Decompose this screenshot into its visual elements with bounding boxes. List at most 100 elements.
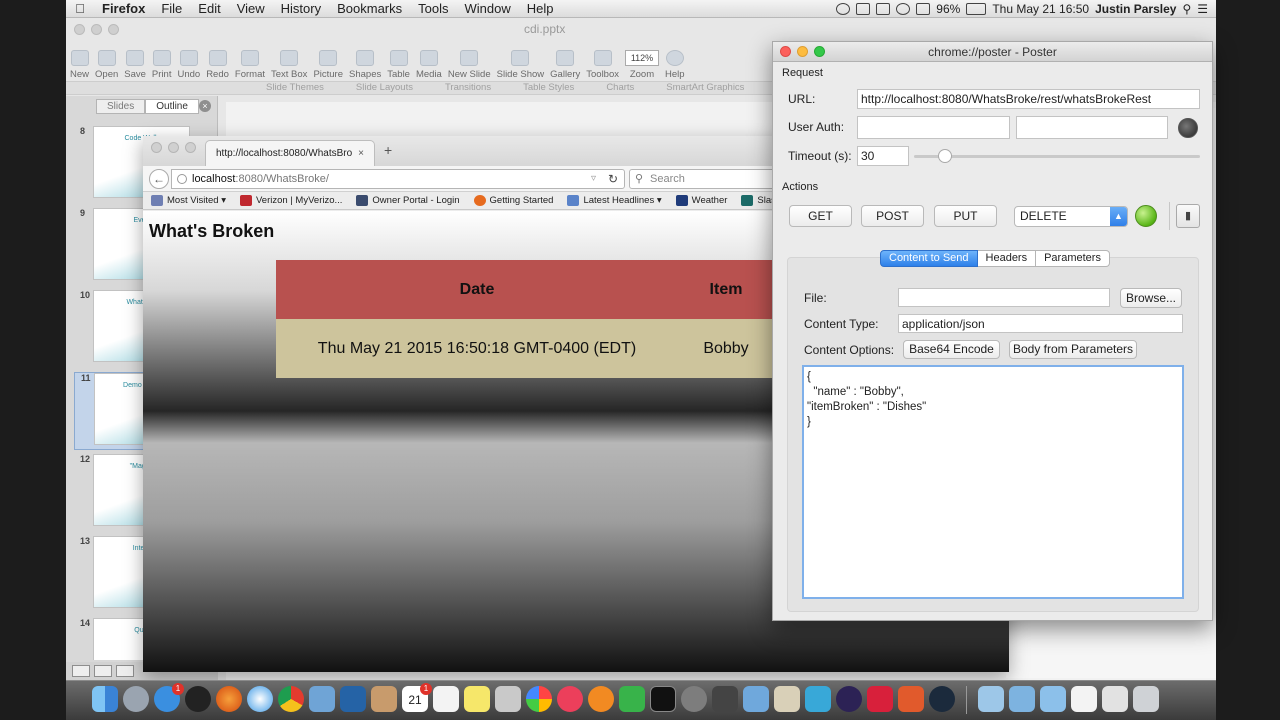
menu-tools[interactable]: Tools bbox=[410, 1, 456, 16]
xcode-icon[interactable] bbox=[805, 686, 831, 712]
password-field[interactable] bbox=[1016, 116, 1168, 139]
notes-icon[interactable] bbox=[371, 686, 397, 712]
clock[interactable]: Thu May 21 16:50 bbox=[992, 2, 1089, 16]
volume-icon[interactable] bbox=[916, 2, 931, 15]
tab-content-to-send[interactable]: Content to Send bbox=[880, 250, 978, 267]
bookmark-most-visited[interactable]: Most Visited ▾ bbox=[151, 195, 226, 206]
zoom-value[interactable]: 112% bbox=[625, 50, 659, 66]
timeout-slider-handle[interactable] bbox=[938, 149, 952, 163]
menu-app-name[interactable]: Firefox bbox=[94, 1, 153, 16]
method-select[interactable]: DELETE ▲ bbox=[1014, 206, 1128, 227]
ribbon-tab-slide-themes[interactable]: Slide Themes bbox=[266, 82, 324, 94]
presenter-view-icon[interactable] bbox=[116, 665, 134, 677]
send-status-icon[interactable] bbox=[1135, 205, 1157, 227]
app-store-icon[interactable]: 1 bbox=[154, 683, 184, 712]
user-name[interactable]: Justin Parsley bbox=[1095, 2, 1176, 16]
back-arrow-icon[interactable]: ← bbox=[149, 169, 169, 189]
slide-sorter-icon[interactable] bbox=[94, 665, 112, 677]
username-field[interactable] bbox=[857, 116, 1010, 139]
battery-percent[interactable]: 96% bbox=[936, 2, 960, 16]
terminal-icon[interactable] bbox=[650, 686, 676, 712]
put-button[interactable]: PUT bbox=[934, 205, 997, 227]
ppt-undo-button[interactable]: Undo bbox=[177, 50, 200, 80]
itunes-icon[interactable] bbox=[557, 686, 583, 712]
ppt-print-button[interactable]: Print bbox=[152, 50, 171, 80]
url-field[interactable]: http://localhost:8080/WhatsBroke/rest/wh… bbox=[857, 89, 1200, 109]
downloads-folder-icon[interactable] bbox=[978, 686, 1004, 712]
ppt-new-button[interactable]: New bbox=[70, 50, 89, 80]
document-stack-icon[interactable] bbox=[1071, 686, 1097, 712]
mail-icon[interactable] bbox=[743, 686, 769, 712]
chrome-icon[interactable] bbox=[278, 686, 304, 712]
ppt-open-button[interactable]: Open bbox=[95, 50, 118, 80]
body-from-parameters-button[interactable]: Body from Parameters bbox=[1009, 340, 1137, 359]
ppt-newslide-button[interactable]: New Slide bbox=[448, 50, 491, 80]
address-bar[interactable]: localhost:8080/WhatsBroke/ ▿ ↻ bbox=[171, 169, 625, 189]
facetime-icon[interactable] bbox=[619, 686, 645, 712]
timeout-slider[interactable] bbox=[914, 155, 1200, 158]
ppt-shapes-button[interactable]: Shapes bbox=[349, 50, 381, 80]
stickies-icon[interactable] bbox=[464, 686, 490, 712]
file-path-field[interactable] bbox=[898, 288, 1110, 307]
reload-icon[interactable]: ↻ bbox=[608, 170, 618, 188]
quip-icon[interactable] bbox=[867, 686, 893, 712]
ppt-zoom-control[interactable]: 112% Zoom bbox=[625, 50, 659, 80]
text-editor-icon[interactable] bbox=[774, 686, 800, 712]
activity-monitor-icon[interactable] bbox=[185, 686, 211, 712]
calendar-icon[interactable]: 21 1 bbox=[402, 683, 432, 712]
search-input[interactable]: ⚲ Search bbox=[629, 169, 779, 189]
close-icon[interactable] bbox=[74, 24, 85, 35]
close-icon[interactable] bbox=[151, 142, 162, 153]
zoom-icon[interactable] bbox=[108, 24, 119, 35]
url-dropdown-icon[interactable]: ▿ bbox=[591, 170, 596, 188]
zoom-icon[interactable] bbox=[814, 46, 825, 57]
new-tab-icon[interactable]: + bbox=[384, 142, 392, 158]
apple-menu-icon[interactable]:  bbox=[66, 1, 94, 16]
content-type-field[interactable]: application/json bbox=[898, 314, 1183, 333]
image-capture-icon[interactable] bbox=[495, 686, 521, 712]
ibooks-icon[interactable] bbox=[588, 686, 614, 712]
menu-edit[interactable]: Edit bbox=[190, 1, 228, 16]
post-button[interactable]: POST bbox=[861, 205, 924, 227]
ribbon-tab-slide-layouts[interactable]: Slide Layouts bbox=[356, 82, 413, 94]
ribbon-tab-transitions[interactable]: Transitions bbox=[445, 82, 491, 94]
sidebar-close-icon[interactable]: × bbox=[199, 100, 211, 112]
ppt-gallery-button[interactable]: Gallery bbox=[550, 50, 580, 80]
site-info-icon[interactable] bbox=[177, 174, 187, 184]
ppt-redo-button[interactable]: Redo bbox=[206, 50, 229, 80]
tab-slides[interactable]: Slides bbox=[96, 99, 146, 114]
printer-icon[interactable] bbox=[712, 686, 738, 712]
acrobat-icon[interactable] bbox=[898, 686, 924, 712]
ppt-slideshow-button[interactable]: Slide Show bbox=[497, 50, 544, 80]
menu-history[interactable]: History bbox=[273, 1, 329, 16]
ppt-table-button[interactable]: Table bbox=[387, 50, 410, 80]
ribbon-tab-table-styles[interactable]: Table Styles bbox=[523, 82, 574, 94]
ribbon-tab-charts[interactable]: Charts bbox=[606, 82, 634, 94]
time-machine-icon[interactable] bbox=[896, 2, 911, 15]
bookmark-verizon[interactable]: Verizon | MyVerizo... bbox=[240, 195, 342, 206]
menu-bookmarks[interactable]: Bookmarks bbox=[329, 1, 410, 16]
preview-icon[interactable] bbox=[309, 686, 335, 712]
safari-icon[interactable] bbox=[247, 686, 273, 712]
ppt-textbox-button[interactable]: Text Box bbox=[271, 50, 307, 80]
document-icon[interactable] bbox=[1102, 686, 1128, 712]
close-icon[interactable] bbox=[780, 46, 791, 57]
documents-folder-icon[interactable] bbox=[1040, 686, 1066, 712]
photos-icon[interactable] bbox=[526, 686, 552, 712]
tab-outline[interactable]: Outline bbox=[145, 99, 199, 114]
applications-folder-icon[interactable] bbox=[1009, 686, 1035, 712]
trash-icon[interactable] bbox=[1133, 686, 1159, 712]
menu-help[interactable]: Help bbox=[519, 1, 562, 16]
firefox-icon[interactable] bbox=[216, 686, 242, 712]
reminders-icon[interactable] bbox=[433, 686, 459, 712]
finder-icon[interactable] bbox=[92, 686, 118, 712]
ppt-help-button[interactable]: Help bbox=[665, 50, 685, 80]
clipboard-icon[interactable]: ▮ bbox=[1176, 204, 1200, 228]
search-icon[interactable]: ⚲ bbox=[1182, 2, 1191, 16]
tab-parameters[interactable]: Parameters bbox=[1036, 250, 1110, 267]
ppt-format-button[interactable]: Format bbox=[235, 50, 265, 80]
browse-button[interactable]: Browse... bbox=[1120, 288, 1182, 308]
eclipse-icon[interactable] bbox=[836, 686, 862, 712]
minimize-icon[interactable] bbox=[91, 24, 102, 35]
minimize-icon[interactable] bbox=[168, 142, 179, 153]
